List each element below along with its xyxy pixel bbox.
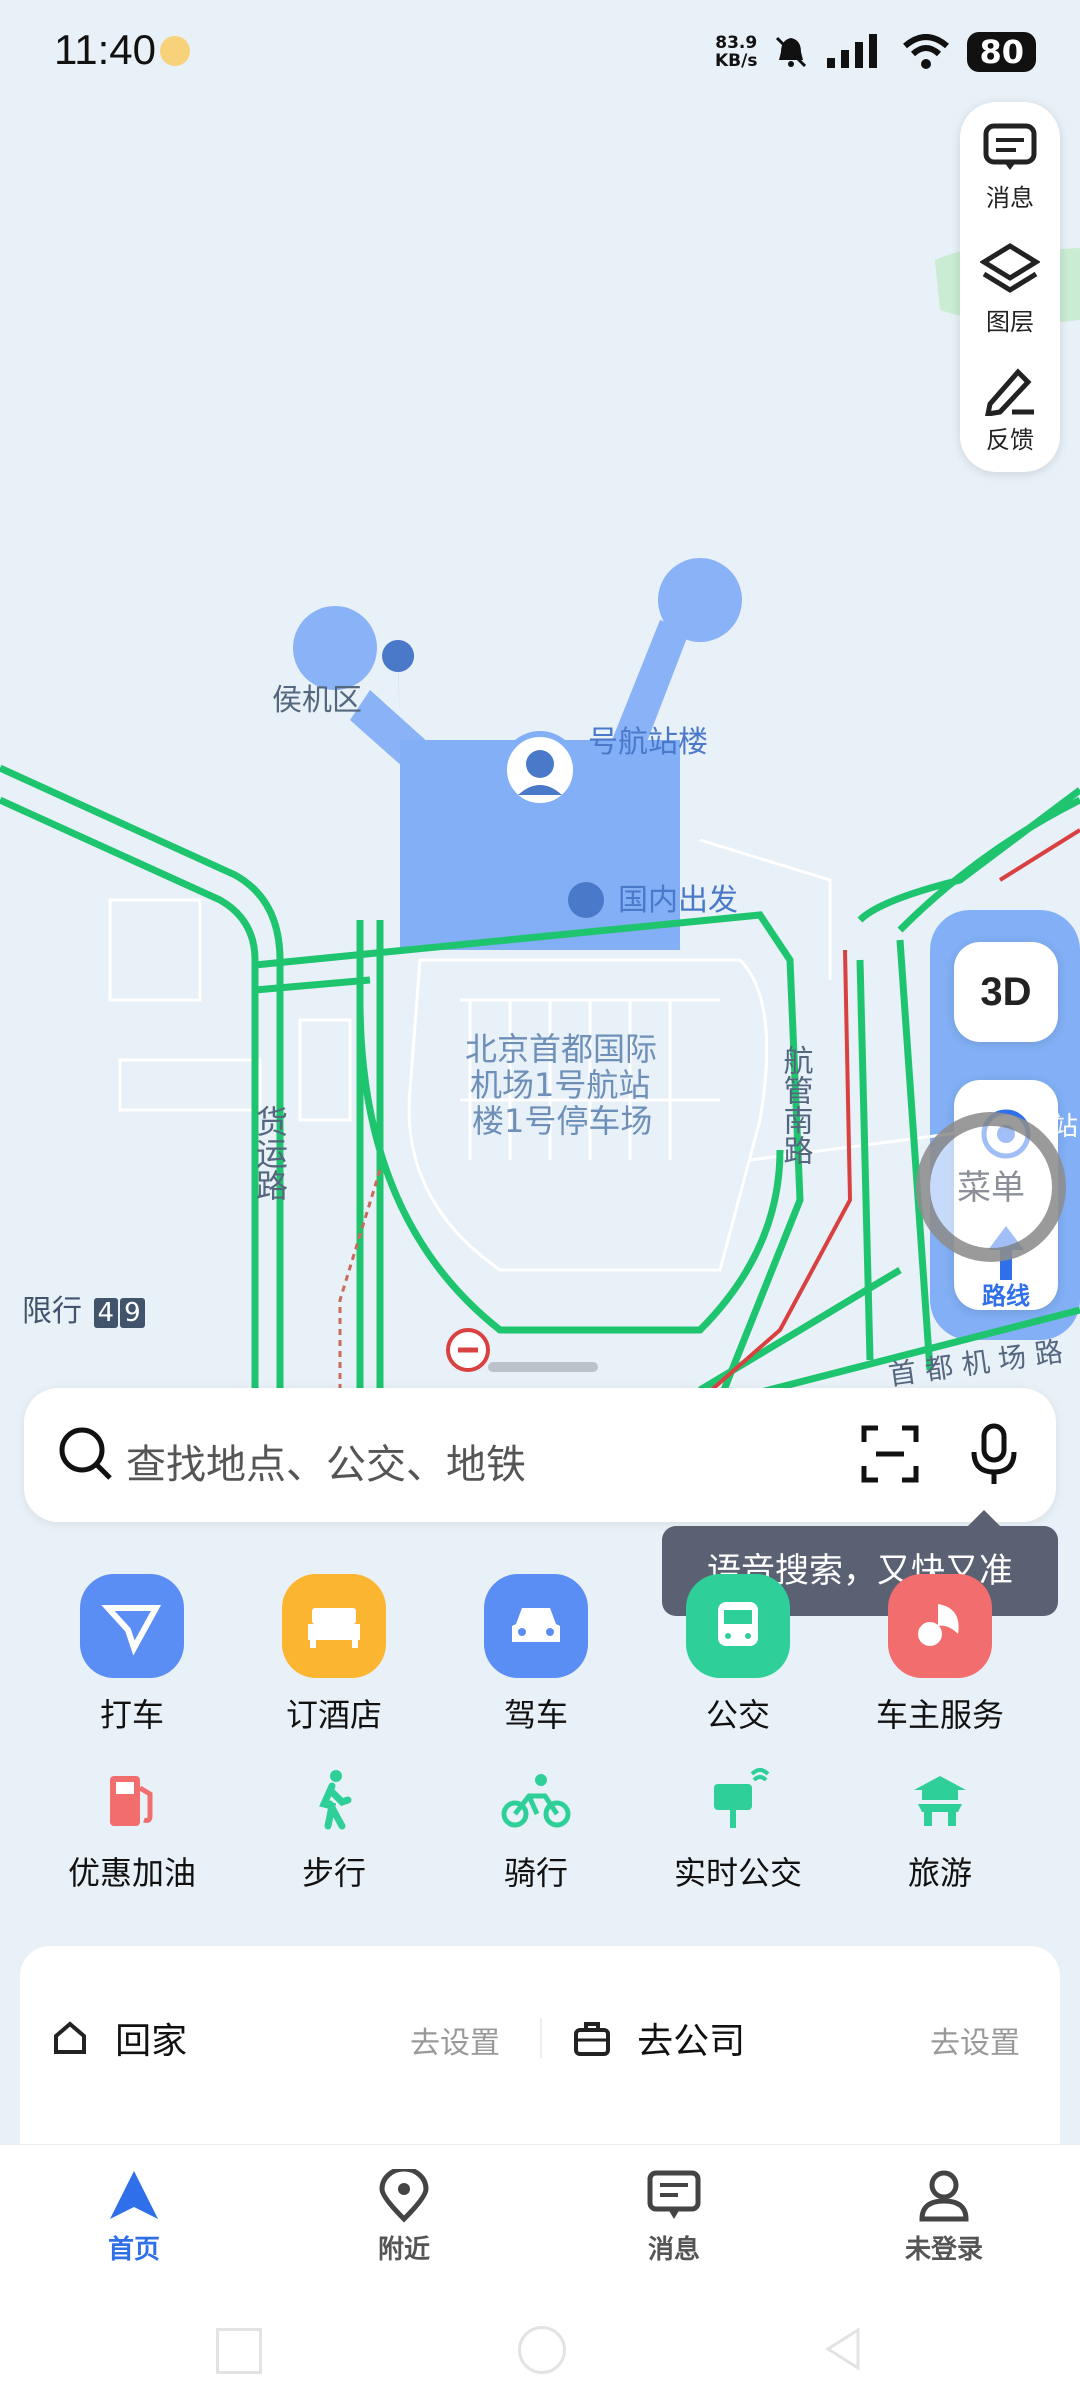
shortcut-label: 实时公交 (673, 1854, 802, 1892)
nav-messages[interactable]: 消息 (594, 2169, 754, 2266)
shortcut-hotel[interactable]: 订酒店 (234, 1574, 434, 1736)
company-shortcut[interactable]: 去公司 (572, 2012, 745, 2064)
traffic-limit-info: 限行 49 (22, 1286, 145, 1330)
shortcut-label: 骑行 (503, 1854, 568, 1892)
nav-nearby[interactable]: 附近 (324, 2169, 484, 2266)
shortcut-walk[interactable]: 步行 (234, 1760, 434, 1894)
net-speed: 83.9 KB/s (715, 34, 757, 70)
drag-handle[interactable] (488, 1362, 598, 1372)
feedback-tool-button[interactable]: 反馈 (960, 364, 1060, 455)
notification-emoji-icon (160, 36, 190, 66)
company-label: 去公司 (637, 2021, 746, 2062)
briefcase-icon (574, 2022, 610, 2056)
message-tool-button[interactable]: 消息 (960, 122, 1060, 213)
shortcut-label: 优惠加油 (67, 1854, 196, 1892)
shortcut-drive[interactable]: 驾车 (436, 1574, 636, 1736)
shortcut-taxi[interactable]: 打车 (32, 1574, 232, 1736)
status-time: 11:40 (54, 26, 156, 73)
map-label-parking-2: 机场1号航站 (470, 1066, 650, 1104)
status-bar: 11:40 83.9 KB/s 80 (0, 0, 1080, 100)
taxi-icon (80, 1574, 184, 1678)
chat-icon (647, 2170, 701, 2219)
feedback-tool-label: 反馈 (986, 426, 1034, 454)
shortcut-travel[interactable]: 旅游 (840, 1760, 1040, 1894)
search-placeholder[interactable]: 查找地点、公交、地铁 (126, 1432, 526, 1490)
walk-icon (294, 1760, 374, 1840)
car-icon (484, 1574, 588, 1678)
company-setup-link[interactable]: 去设置 (930, 2018, 1020, 2062)
bed-icon (282, 1574, 386, 1678)
shortcut-cycling[interactable]: 骑行 (436, 1760, 636, 1894)
map-label-parking-3: 楼1号停车场 (472, 1102, 652, 1140)
recent-apps-button[interactable] (216, 2328, 262, 2374)
home-shortcut[interactable]: 回家 (50, 2012, 187, 2064)
shortcut-fuel[interactable]: 优惠加油 (32, 1760, 232, 1894)
shortcut-realtime-bus[interactable]: 实时公交 (638, 1760, 838, 1894)
shortcut-bus[interactable]: 公交 (638, 1574, 838, 1736)
nav-label: 未登录 (904, 2235, 983, 2265)
3d-toggle-button[interactable]: 3D (954, 942, 1058, 1042)
shortcut-label: 车主服务 (875, 1696, 1004, 1734)
map-label-waiting: 侯机区 (272, 683, 362, 718)
battery-indicator: 80 (967, 32, 1036, 72)
message-tool-label: 消息 (986, 184, 1034, 212)
fuel-pump-icon (92, 1760, 172, 1840)
pagoda-icon (900, 1760, 980, 1840)
limit-number-2: 9 (120, 1298, 145, 1328)
nav-label: 首页 (107, 2235, 160, 2265)
signal-icon (827, 34, 878, 68)
limit-number-1: 4 (93, 1298, 119, 1328)
layers-tool-label: 图层 (986, 308, 1034, 336)
shortcut-label: 旅游 (907, 1854, 972, 1892)
shortcut-label: 驾车 (503, 1696, 568, 1734)
favorites-card: 回家 去设置 去公司 去设置 (20, 1946, 1060, 2146)
status-icons: 83.9 KB/s 80 (715, 30, 1036, 74)
map-label-terminal: 号航站楼 (588, 725, 708, 760)
shortcut-label: 公交 (705, 1696, 770, 1734)
map-label-parking-1: 北京首都国际 (465, 1030, 657, 1068)
map-label-south-road: 航管南路 (778, 1045, 813, 1165)
bicycle-icon (496, 1760, 576, 1840)
divider (540, 2018, 542, 2058)
shortcut-label: 步行 (301, 1854, 366, 1892)
wifi-icon (903, 34, 950, 69)
bus-stop-signal-icon (698, 1760, 778, 1840)
map-label-departure: 国内出发 (618, 883, 738, 918)
nav-profile[interactable]: 未登录 (864, 2169, 1024, 2266)
net-speed-value: 83.9 (715, 33, 758, 53)
menu-label: 菜单 (957, 1168, 1025, 1208)
layers-icon (980, 243, 1040, 293)
map-tools-panel: 消息 图层 反馈 (960, 102, 1060, 472)
system-navigation (0, 2300, 1080, 2400)
microphone-icon[interactable] (964, 1422, 1024, 1486)
message-icon (983, 123, 1037, 170)
home-setup-link[interactable]: 去设置 (410, 2018, 500, 2062)
home-system-button[interactable] (518, 2326, 566, 2374)
scan-icon[interactable] (860, 1424, 920, 1484)
layers-tool-button[interactable]: 图层 (960, 242, 1060, 337)
user-icon (919, 2170, 969, 2222)
home-icon (54, 2021, 86, 2054)
search-icon (59, 1427, 112, 1480)
shortcut-label: 订酒店 (285, 1696, 382, 1734)
nav-label: 附近 (377, 2235, 430, 2265)
home-label: 回家 (115, 2021, 188, 2062)
shortcut-label: 打车 (99, 1696, 164, 1734)
edit-pen-icon (985, 368, 1034, 416)
location-pin-icon (379, 2169, 429, 2223)
route-button[interactable]: 路线 (954, 1276, 1058, 1311)
back-icon[interactable] (818, 2324, 868, 2374)
shortcut-car-owner[interactable]: 车主服务 (840, 1574, 1040, 1736)
car-owner-icon (888, 1574, 992, 1678)
net-speed-unit: KB/s (715, 51, 758, 71)
mute-bell-icon (776, 36, 807, 68)
limit-label: 限行 (22, 1294, 82, 1329)
navigation-arrow-icon (110, 2171, 158, 2219)
nav-label: 消息 (647, 2235, 700, 2265)
nav-home[interactable]: 首页 (54, 2169, 214, 2266)
map-label-cargo-road: 货运路 (251, 1105, 289, 1201)
bus-icon (686, 1574, 790, 1678)
